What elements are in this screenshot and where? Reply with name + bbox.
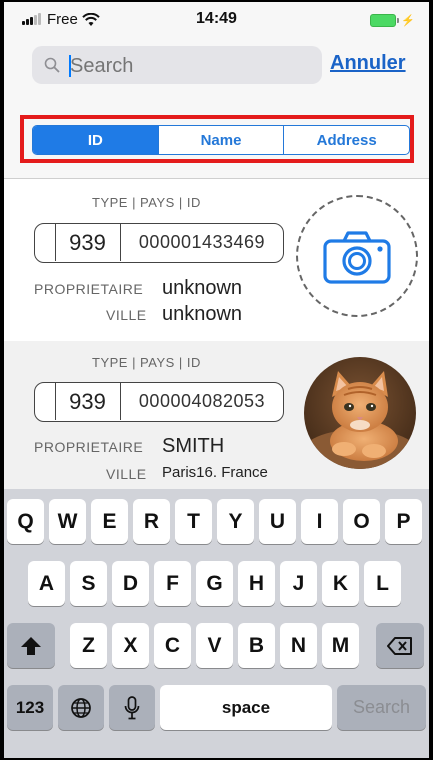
globe-key[interactable] xyxy=(58,685,104,730)
photo-placeholder[interactable] xyxy=(296,195,418,317)
plate-type xyxy=(35,383,56,420)
segment-name[interactable]: Name xyxy=(157,126,284,154)
key-t[interactable]: T xyxy=(175,499,212,544)
plate-id: 000004082053 xyxy=(138,391,266,411)
search-header: Annuler ID Name Address xyxy=(4,38,429,179)
plate-pays: 939 xyxy=(55,383,121,420)
keyboard: Q W E R T Y U I O P A S D F G H J K L Z … xyxy=(4,489,429,758)
search-input[interactable] xyxy=(68,50,312,82)
status-bar: Free 14:49 ⚡ xyxy=(4,2,429,38)
battery-icon: ⚡ xyxy=(370,14,415,27)
type-header: TYPE | PAYS | ID xyxy=(92,355,201,370)
owner-value: SMITH xyxy=(162,435,225,457)
key-i[interactable]: I xyxy=(301,499,338,544)
key-j[interactable]: J xyxy=(280,561,317,606)
kitten-image xyxy=(304,357,416,469)
camera-icon xyxy=(323,231,391,284)
id-plate: 939 000004082053 xyxy=(34,382,284,422)
numbers-key[interactable]: 123 xyxy=(7,685,53,730)
key-f[interactable]: F xyxy=(154,561,191,606)
search-scope-segmented-control: ID Name Address xyxy=(32,125,410,155)
key-h[interactable]: H xyxy=(238,561,275,606)
key-r[interactable]: R xyxy=(133,499,170,544)
plate-type xyxy=(35,224,56,261)
key-m[interactable]: M xyxy=(322,623,359,668)
city-value: Paris16. France xyxy=(162,464,268,481)
clock: 14:49 xyxy=(196,10,237,27)
backspace-icon xyxy=(387,636,412,655)
key-b[interactable]: B xyxy=(238,623,275,668)
owner-label: PROPRIETAIRE xyxy=(34,281,144,297)
key-c[interactable]: C xyxy=(154,623,191,668)
key-v[interactable]: V xyxy=(196,623,233,668)
search-icon xyxy=(44,57,60,73)
key-o[interactable]: O xyxy=(343,499,380,544)
city-label: VILLE xyxy=(106,466,147,482)
key-z[interactable]: Z xyxy=(70,623,107,668)
key-k[interactable]: K xyxy=(322,561,359,606)
owner-value: unknown xyxy=(162,277,243,299)
shift-arrow-icon xyxy=(21,636,41,655)
space-key[interactable]: space xyxy=(160,685,332,730)
key-s[interactable]: S xyxy=(70,561,107,606)
segment-id[interactable]: ID xyxy=(33,126,158,154)
key-y[interactable]: Y xyxy=(217,499,254,544)
result-row[interactable]: TYPE | PAYS | ID 939 000001433469 PROPRI… xyxy=(4,179,429,341)
text-cursor xyxy=(69,55,71,77)
id-plate: 939 000001433469 xyxy=(34,223,284,263)
key-q[interactable]: Q xyxy=(7,499,44,544)
city-value: unknown xyxy=(162,303,243,325)
key-g[interactable]: G xyxy=(196,561,233,606)
type-header: TYPE | PAYS | ID xyxy=(92,195,201,210)
owner-label: PROPRIETAIRE xyxy=(34,439,144,455)
key-w[interactable]: W xyxy=(49,499,86,544)
cancel-button[interactable]: Annuler xyxy=(330,52,406,75)
result-row[interactable]: TYPE | PAYS | ID 939 000004082053 PROPRI… xyxy=(4,341,429,489)
key-a[interactable]: A xyxy=(28,561,65,606)
phone-screen: Free 14:49 ⚡ Annuler ID Name Addres xyxy=(4,2,429,758)
key-d[interactable]: D xyxy=(112,561,149,606)
backspace-key[interactable] xyxy=(376,623,424,668)
microphone-icon xyxy=(124,695,140,719)
cat-photo[interactable] xyxy=(304,357,416,469)
key-n[interactable]: N xyxy=(280,623,317,668)
dictation-key[interactable] xyxy=(109,685,155,730)
key-e[interactable]: E xyxy=(91,499,128,544)
search-key[interactable]: Search xyxy=(337,685,426,730)
plate-id: 000001433469 xyxy=(138,232,266,252)
key-p[interactable]: P xyxy=(385,499,422,544)
key-l[interactable]: L xyxy=(364,561,401,606)
shift-key[interactable] xyxy=(7,623,55,668)
plate-pays: 939 xyxy=(55,224,121,261)
city-label: VILLE xyxy=(106,307,147,323)
search-field[interactable] xyxy=(32,46,322,84)
key-u[interactable]: U xyxy=(259,499,296,544)
globe-icon xyxy=(71,697,91,718)
key-x[interactable]: X xyxy=(112,623,149,668)
segment-address[interactable]: Address xyxy=(283,126,409,154)
